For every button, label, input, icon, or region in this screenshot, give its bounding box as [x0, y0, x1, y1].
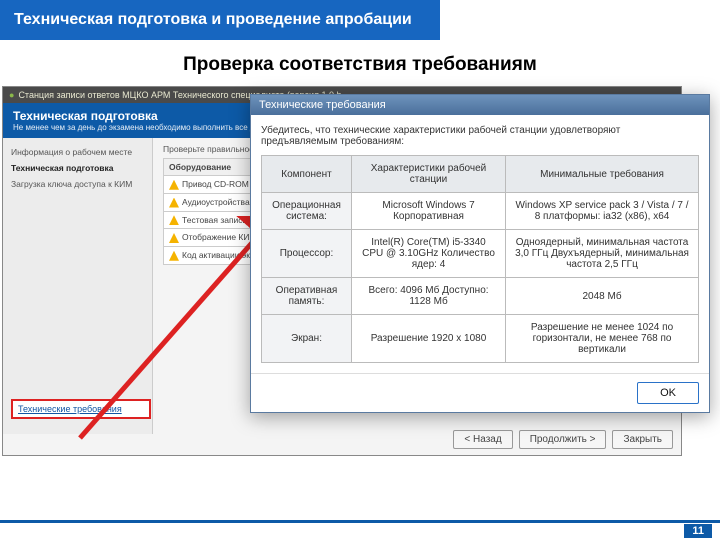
sidebar-item-info[interactable]: Информация о рабочем месте: [11, 144, 144, 160]
warning-icon: [169, 233, 179, 243]
slide-heading: Проверка соответствия требованиям: [0, 54, 720, 76]
warning-icon: [169, 198, 179, 208]
close-button[interactable]: Закрыть: [612, 430, 673, 449]
page-number: 11: [684, 524, 712, 538]
warning-icon: [169, 180, 179, 190]
col-current: Характеристики рабочей станции: [352, 156, 506, 193]
table-row: Операционная система:Microsoft Windows 7…: [262, 193, 699, 230]
sidebar: Информация о рабочем месте Техническая п…: [3, 138, 153, 434]
wizard-buttons: < Назад Продолжить > Закрыть: [453, 430, 673, 449]
table-row: Оперативная память:Всего: 4096 Мб Доступ…: [262, 278, 699, 315]
requirements-table: Компонент Характеристики рабочей станции…: [261, 155, 699, 363]
tech-requirements-link[interactable]: Технические требования: [11, 399, 151, 419]
slide-footer: 11: [0, 520, 720, 540]
requirements-dialog: Технические требования Убедитесь, что те…: [250, 94, 710, 413]
warning-icon: [169, 251, 179, 261]
table-row: Процессор:Intel(R) Core(TM) i5-3340 CPU …: [262, 230, 699, 278]
back-button[interactable]: < Назад: [453, 430, 512, 449]
ok-button[interactable]: OK: [637, 382, 699, 404]
table-row: Экран:Разрешение 1920 x 1080Разрешение н…: [262, 315, 699, 363]
footer-rule: [0, 520, 720, 523]
next-button[interactable]: Продолжить >: [519, 430, 607, 449]
dialog-lead: Убедитесь, что технические характеристик…: [261, 125, 699, 147]
col-component: Компонент: [262, 156, 352, 193]
screenshot-stage: Станция записи ответов МЦКО АРМ Техничес…: [0, 86, 720, 486]
sidebar-item-techprep[interactable]: Техническая подготовка: [11, 160, 144, 176]
sidebar-item-key[interactable]: Загрузка ключа доступа к КИМ: [11, 176, 144, 192]
warning-icon: [169, 215, 179, 225]
dialog-title: Технические требования: [251, 95, 709, 115]
slide-banner: Техническая подготовка и проведение апро…: [0, 0, 440, 40]
col-minimum: Минимальные требования: [506, 156, 699, 193]
